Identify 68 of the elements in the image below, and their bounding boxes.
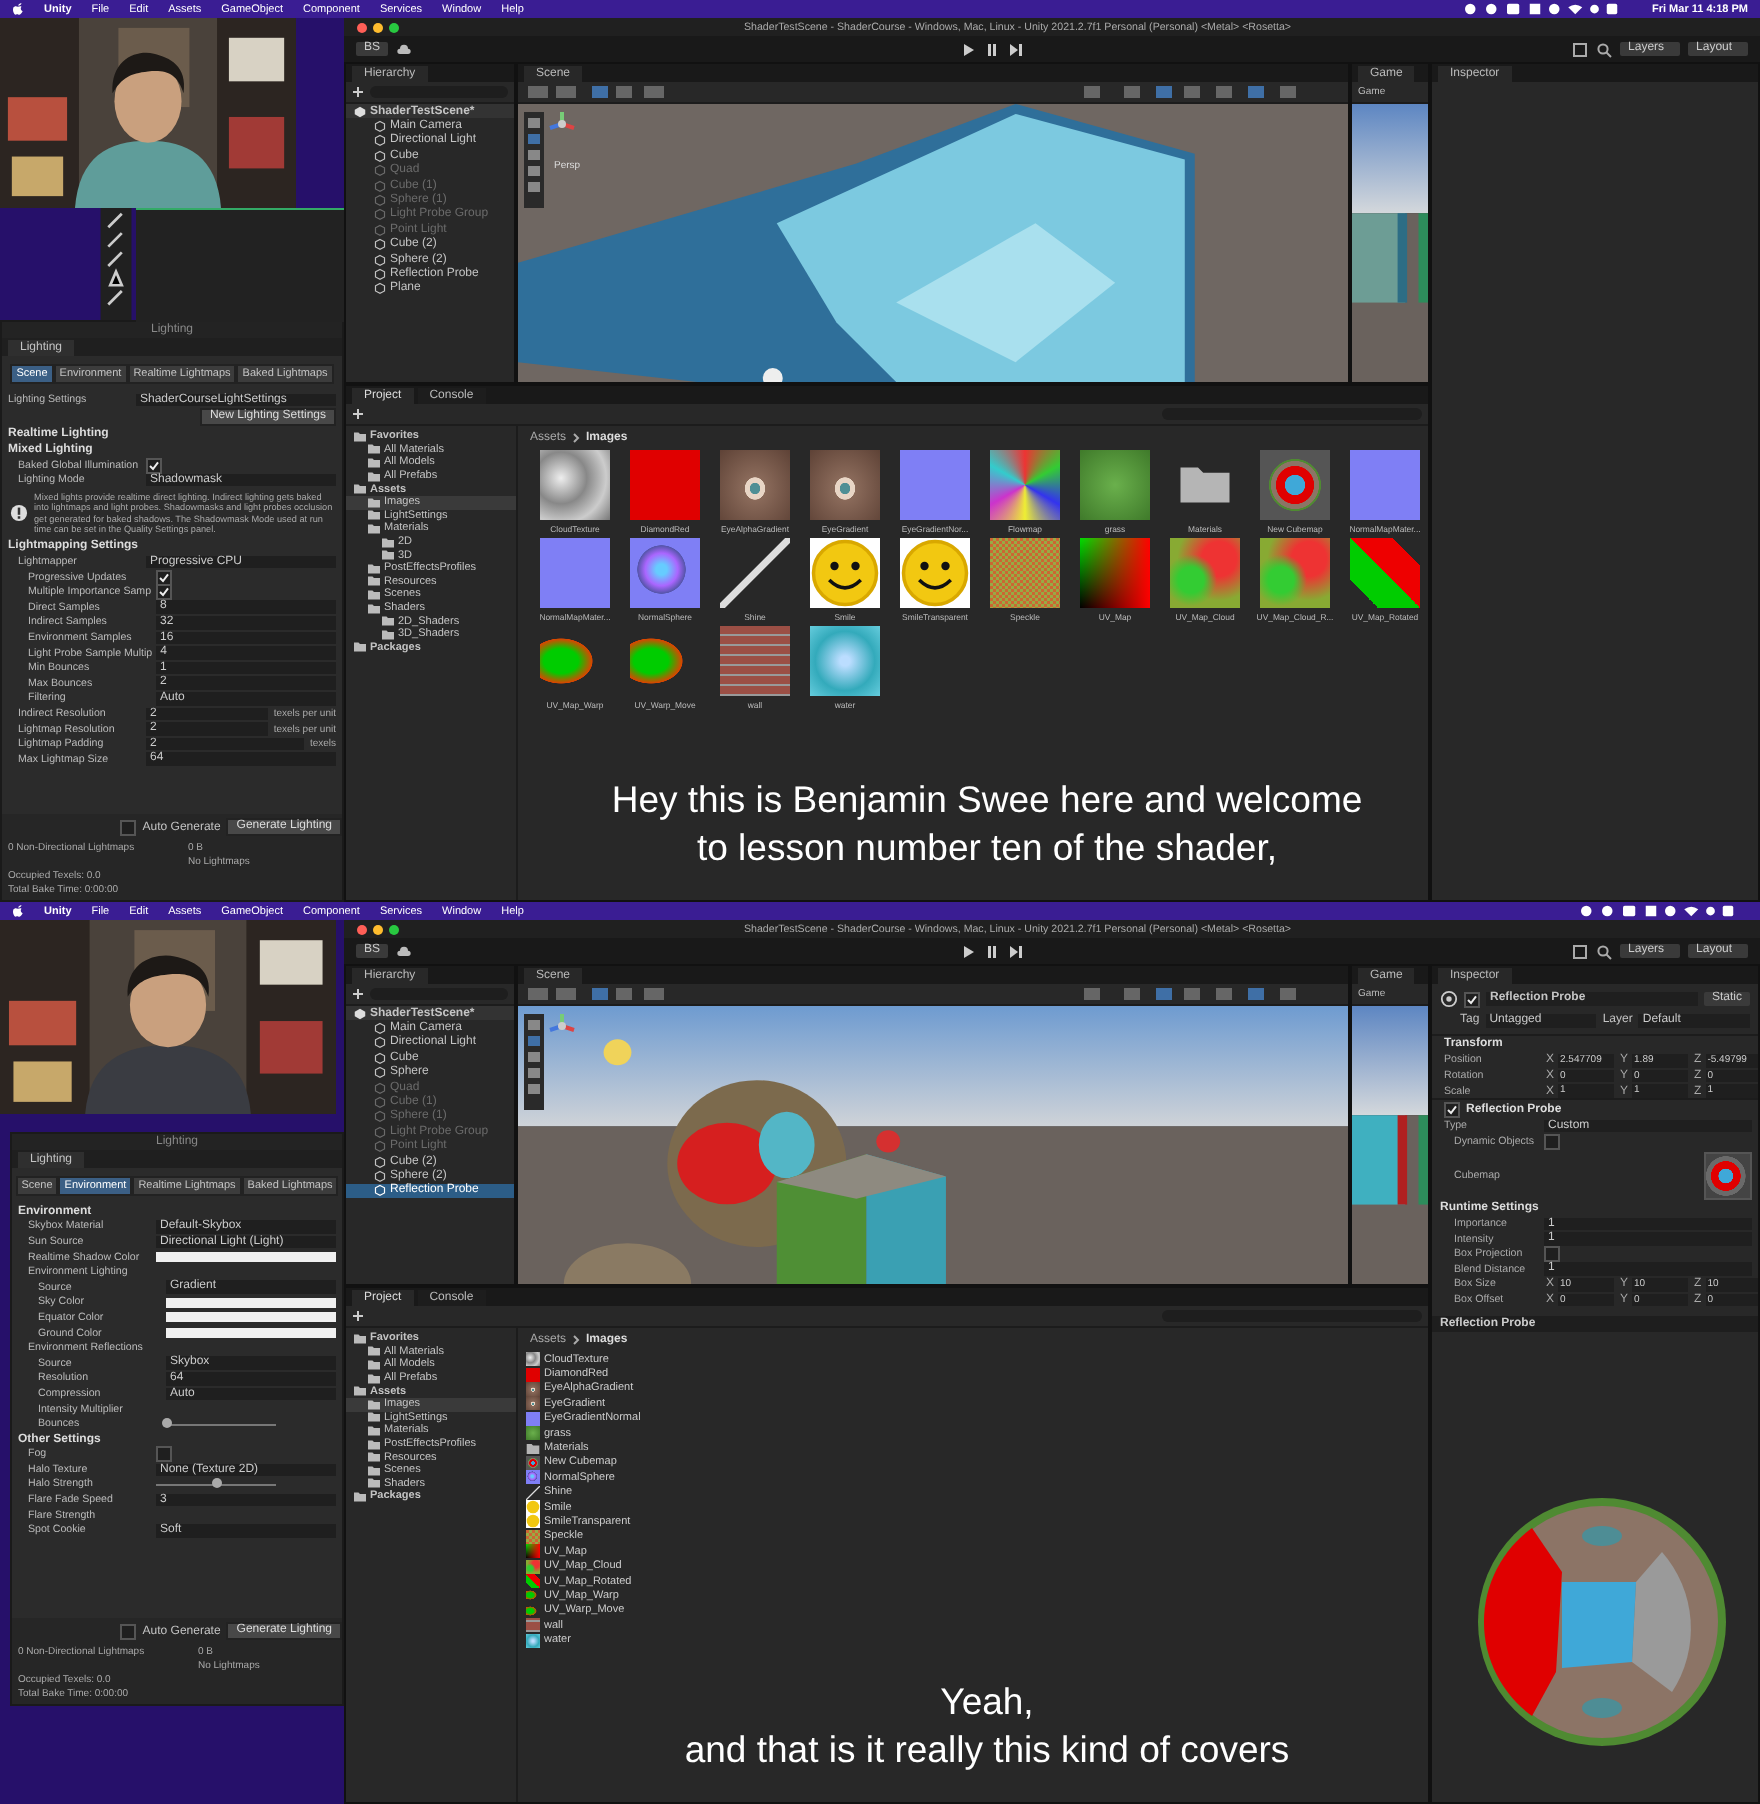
search-icon[interactable]	[1596, 943, 1613, 959]
unity-logo-icon	[354, 105, 366, 118]
folder-icon	[526, 1441, 540, 1456]
search-icon[interactable]	[1596, 41, 1613, 57]
folder-icon	[354, 642, 366, 653]
cubemap-icon[interactable]	[1260, 450, 1330, 520]
subtitle-text: Yeah,	[940, 1678, 1034, 1726]
noise-texture-icon[interactable]	[990, 450, 1060, 520]
smiley-icon[interactable]	[900, 538, 970, 608]
checkbox[interactable]	[120, 819, 137, 835]
transform-tools-drawing[interactable]	[524, 1014, 544, 1110]
step-icon[interactable]	[1008, 41, 1025, 57]
slider-thumb[interactable]	[211, 1478, 221, 1489]
checkbox[interactable]	[1464, 991, 1480, 1007]
solid-texture-icon	[526, 1367, 540, 1382]
add-icon[interactable]	[352, 86, 364, 98]
cubemap-icon[interactable]	[1704, 1151, 1752, 1200]
color-swatch[interactable]	[166, 1328, 336, 1339]
gradient-icon[interactable]	[1080, 538, 1150, 608]
normal-map-icon	[526, 1411, 540, 1426]
add-icon[interactable]	[352, 408, 364, 420]
color-swatch[interactable]	[166, 1312, 336, 1323]
cubemap-icon	[526, 1455, 540, 1470]
play-icon[interactable]	[960, 41, 977, 57]
color-swatch[interactable]	[166, 1297, 336, 1308]
chevron-icon	[572, 1334, 581, 1346]
grass-texture-icon	[526, 1426, 540, 1441]
cloud-texture-icon	[526, 1352, 540, 1367]
checkbox[interactable]	[1544, 1133, 1560, 1150]
checkbox[interactable]	[120, 1623, 137, 1639]
info-icon	[10, 504, 28, 523]
add-icon[interactable]	[352, 988, 364, 1000]
checkbox[interactable]	[1444, 1101, 1460, 1118]
history-icon[interactable]	[1572, 943, 1589, 959]
transform-tools-drawing[interactable]	[524, 112, 544, 208]
window-controls-drawing[interactable]	[356, 21, 404, 33]
smiley-icon[interactable]	[810, 538, 880, 608]
cloud-icon[interactable]	[396, 943, 413, 959]
object-icon	[1440, 990, 1458, 1008]
window-controls-drawing[interactable]	[356, 923, 404, 935]
eye-texture-icon[interactable]	[720, 450, 790, 520]
cloud-icon[interactable]	[396, 41, 413, 57]
apple-icon[interactable]	[12, 2, 24, 16]
eye-texture-icon[interactable]	[810, 450, 880, 520]
step-icon[interactable]	[1008, 943, 1025, 959]
pause-icon[interactable]	[984, 41, 1001, 57]
brick-icon	[526, 1618, 540, 1633]
apple-icon[interactable]	[12, 904, 24, 918]
blotch-texture-icon	[526, 1559, 540, 1574]
history-icon[interactable]	[1572, 41, 1589, 57]
subtitle-text: Hey this is Benjamin Swee here and welcome	[611, 776, 1363, 824]
checkbox[interactable]	[156, 1446, 172, 1463]
gradient-icon[interactable]	[1350, 538, 1420, 608]
add-icon[interactable]	[352, 1310, 364, 1322]
checkbox[interactable]	[146, 457, 162, 474]
checkbox[interactable]	[156, 569, 172, 586]
pause-icon[interactable]	[984, 943, 1001, 959]
chevron-icon	[572, 432, 581, 444]
subtitle-text: and that is it really this kind of covers	[684, 1726, 1290, 1774]
subtitle-text: to lesson number ten of the shader,	[696, 824, 1278, 872]
checkbox[interactable]	[156, 584, 172, 601]
play-icon[interactable]	[960, 943, 977, 959]
speckle-texture-icon	[526, 1529, 540, 1544]
water-texture-icon	[526, 1633, 540, 1648]
color-swatch[interactable]	[156, 1252, 336, 1263]
unity-logo-icon	[354, 1007, 366, 1020]
checkbox[interactable]	[1544, 1246, 1560, 1263]
slider-thumb[interactable]	[161, 1418, 171, 1429]
